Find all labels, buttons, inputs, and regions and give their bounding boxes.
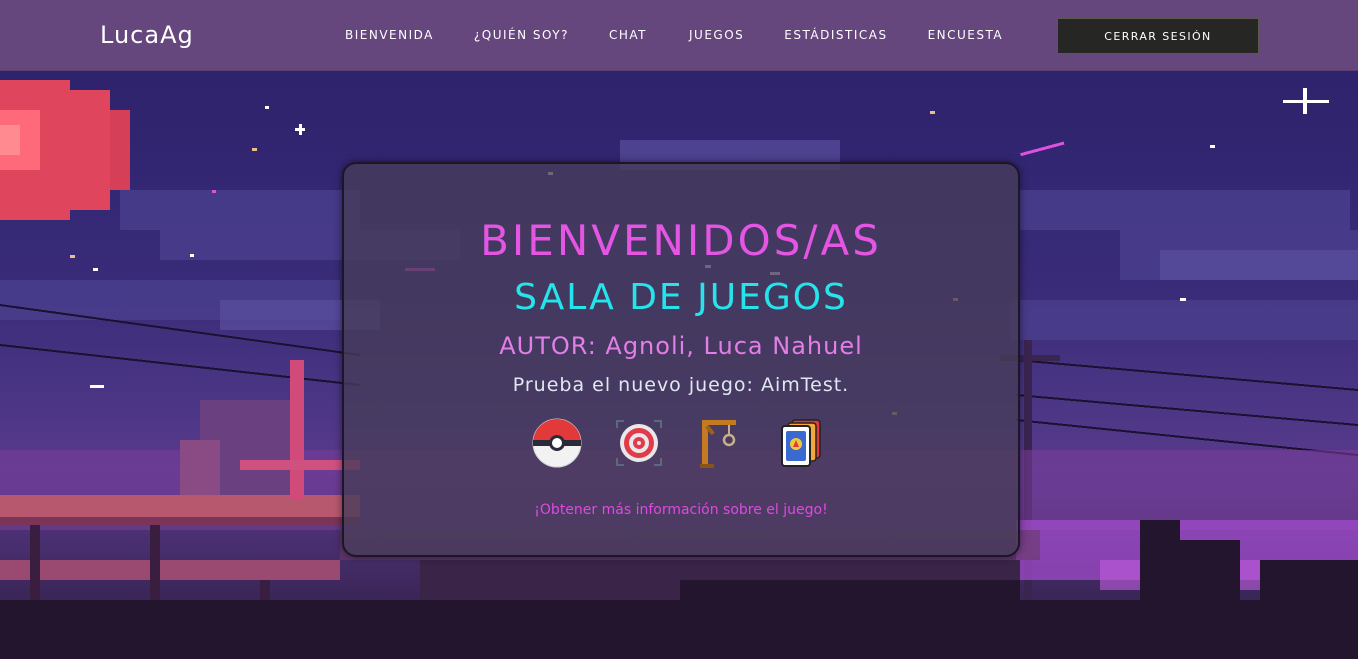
logout-button[interactable]: CERRAR SESIÓN (1057, 18, 1259, 54)
cards-icon[interactable] (776, 416, 830, 470)
target-icon[interactable] (612, 416, 666, 470)
welcome-card: BIENVENIDOS/AS SALA DE JUEGOS AUTOR: Agn… (342, 162, 1020, 557)
gallows-icon[interactable] (694, 416, 748, 470)
more-info-link[interactable]: ¡Obtener más información sobre el juego! (344, 502, 1018, 518)
brand-logo[interactable]: LucaAg (100, 21, 194, 49)
game-room-subtitle: SALA DE JUEGOS (514, 277, 848, 318)
welcome-title: BIENVENIDOS/AS (480, 216, 882, 265)
author-line: AUTOR: Agnoli, Luca Nahuel (499, 332, 863, 360)
nav-links: BIENVENIDA ¿QUIÉN SOY? CHAT JUEGOS ESTÁD… (345, 28, 1003, 42)
moon (0, 80, 130, 220)
pokeball-icon[interactable] (530, 416, 584, 470)
nav-link-juegos[interactable]: JUEGOS (689, 28, 744, 42)
nav-link-estadisticas[interactable]: ESTÁDISTICAS (784, 28, 887, 42)
nav-link-encuesta[interactable]: ENCUESTA (928, 28, 1004, 42)
nav-link-chat[interactable]: CHAT (609, 28, 647, 42)
promo-text: Prueba el nuevo juego: AimTest. (512, 374, 850, 396)
nav-link-bienvenida[interactable]: BIENVENIDA (345, 28, 434, 42)
game-icons (530, 416, 830, 472)
nav-link-quien-soy[interactable]: ¿QUIÉN SOY? (474, 28, 569, 42)
navbar: LucaAg BIENVENIDA ¿QUIÉN SOY? CHAT JUEGO… (0, 0, 1358, 71)
